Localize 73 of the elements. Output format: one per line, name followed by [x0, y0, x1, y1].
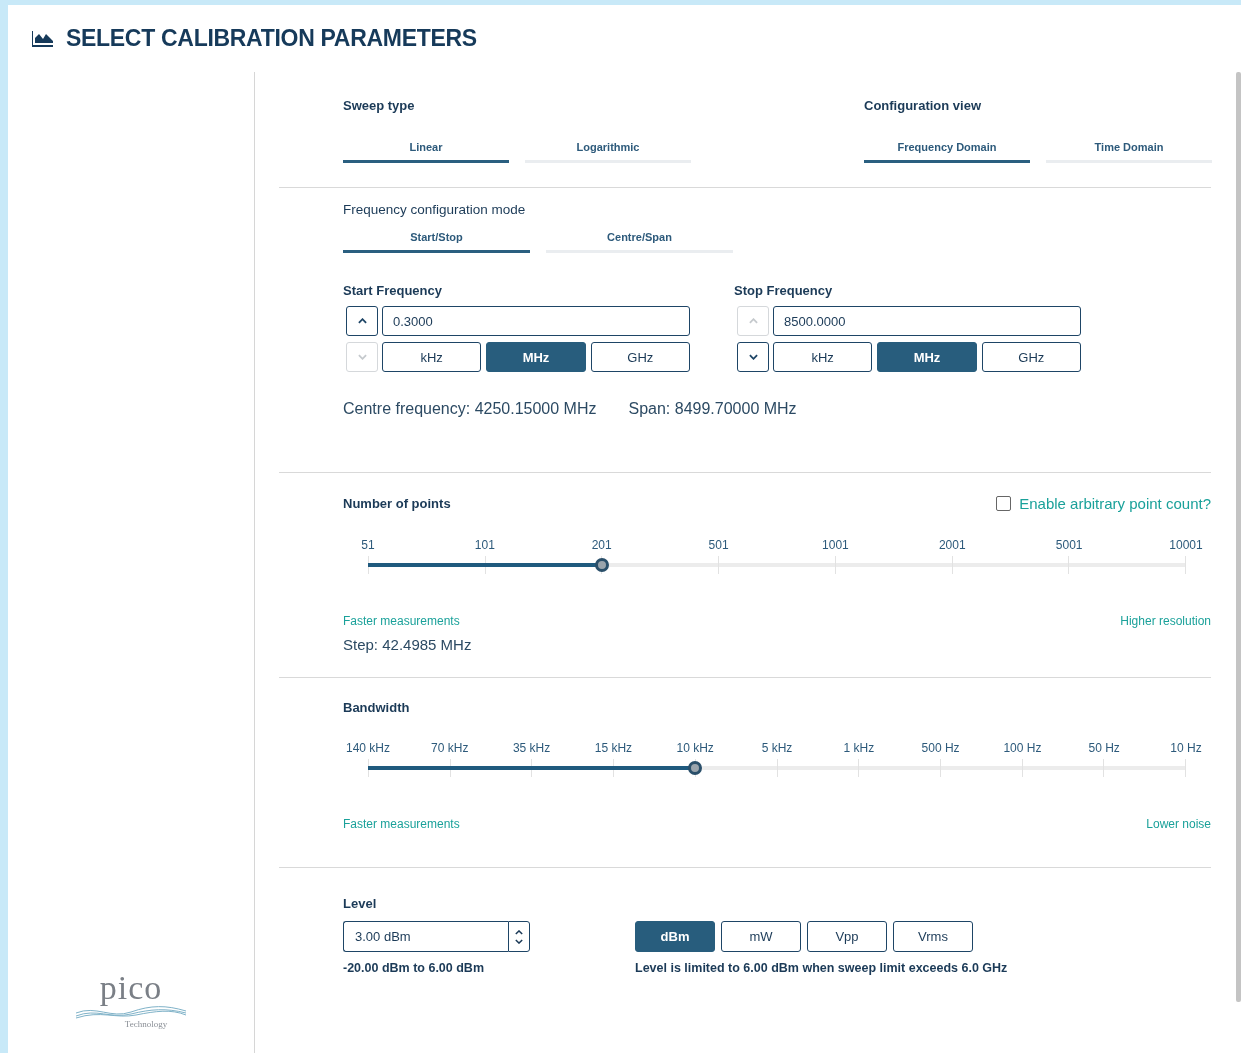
slider-thumb[interactable] [594, 558, 609, 572]
unit-button[interactable]: mW [721, 921, 801, 952]
range-text: -20.00 dBm to 6.00 dBm [343, 961, 485, 975]
section-label: Number of points [343, 496, 451, 511]
hint-text: Lower noise [1146, 817, 1211, 831]
tick-label: 10001 [1169, 538, 1203, 552]
logo-tagline: Technology [124, 1019, 168, 1029]
unit-button[interactable]: MHz [877, 342, 977, 372]
section-label: Frequency configuration mode [343, 202, 527, 217]
chevron-down-icon [357, 354, 367, 360]
logo-wordmark: pico [99, 971, 163, 1005]
tick-label: 15 kHz [594, 741, 633, 755]
hint-text: Faster measurements [343, 614, 460, 628]
section-label: Configuration view [864, 98, 982, 113]
tick-label: 35 kHz [512, 741, 551, 755]
tick-label: 2001 [938, 538, 966, 552]
unit-button[interactable]: MHz [486, 342, 586, 372]
tick-label: 500 Hz [921, 741, 960, 755]
wave-logo-icon [76, 1005, 186, 1019]
chevron-down-icon [748, 354, 758, 360]
section-label: Sweep type [343, 98, 416, 113]
unit-button[interactable]: GHz [590, 342, 690, 372]
tick-label: 51 [361, 538, 375, 552]
section-label: Bandwidth [343, 700, 411, 715]
tick-label: 100 Hz [1003, 741, 1042, 755]
tick-label: 501 [708, 538, 729, 552]
tick-label: 1001 [822, 538, 849, 552]
tick-label: 5 kHz [761, 741, 793, 755]
chevron-down-icon[interactable] [515, 938, 523, 944]
tick-label: 201 [591, 538, 612, 552]
chevron-up-icon [357, 318, 367, 324]
tick-label: 70 kHz [431, 741, 469, 755]
chevron-up-icon[interactable] [515, 929, 523, 935]
page-title: SELECT CALIBRATION PARAMETERS [66, 25, 477, 52]
field-label: Stop Frequency [734, 283, 834, 298]
span-text: Span: 8499.70000 MHz [628, 400, 797, 418]
hint-text: Higher resolution [1120, 614, 1211, 628]
tab[interactable]: Logarithmic [525, 135, 691, 163]
step-text: Step: 42.4985 MHz [343, 636, 473, 653]
frequency-input[interactable]: 0.3000 [382, 306, 690, 336]
section-label: Level [343, 896, 378, 911]
tick-label: 50 Hz [1088, 741, 1120, 755]
tick-label: 10 Hz [1170, 741, 1202, 755]
increment-button[interactable] [346, 306, 378, 336]
tab[interactable]: Time Domain [1046, 135, 1212, 163]
spin-button[interactable] [508, 921, 530, 952]
unit-button[interactable]: GHz [981, 342, 1081, 372]
unit-button[interactable]: Vpp [807, 921, 887, 952]
hint-text: Faster measurements [343, 817, 460, 831]
unit-button[interactable]: Vrms [893, 921, 973, 952]
checkbox[interactable] [996, 496, 1012, 511]
tick-label: 140 kHz [346, 741, 390, 755]
centre-frequency-text: Centre frequency: 4250.15000 MHz [343, 400, 597, 418]
tick-label: 10 kHz [676, 741, 714, 755]
tab[interactable]: Start/Stop [343, 225, 530, 253]
frequency-input[interactable]: 8500.0000 [773, 306, 1081, 336]
tab[interactable]: Centre/Span [546, 225, 733, 253]
tab[interactable]: Linear [343, 135, 509, 163]
unit-button[interactable]: kHz [773, 342, 873, 372]
slider-thumb[interactable] [688, 761, 703, 775]
unit-button[interactable]: dBm [635, 921, 715, 952]
area-chart-icon [32, 30, 54, 47]
tab[interactable]: Frequency Domain [864, 135, 1030, 163]
field-label: Start Frequency [343, 283, 443, 298]
level-limit-note: Level is limited to 6.00 dBm when sweep limit exceeds 6.0 GHz [635, 961, 1008, 975]
tick-label: 1 kHz [843, 741, 875, 755]
level-input[interactable]: 3.00 dBm [343, 921, 508, 952]
unit-button[interactable]: kHz [382, 342, 482, 372]
tick-label: 5001 [1055, 538, 1083, 552]
tick-label: 101 [474, 538, 495, 552]
scrollbar[interactable] [1236, 72, 1241, 1002]
decrement-button[interactable] [737, 342, 769, 372]
chevron-up-icon [748, 318, 758, 324]
